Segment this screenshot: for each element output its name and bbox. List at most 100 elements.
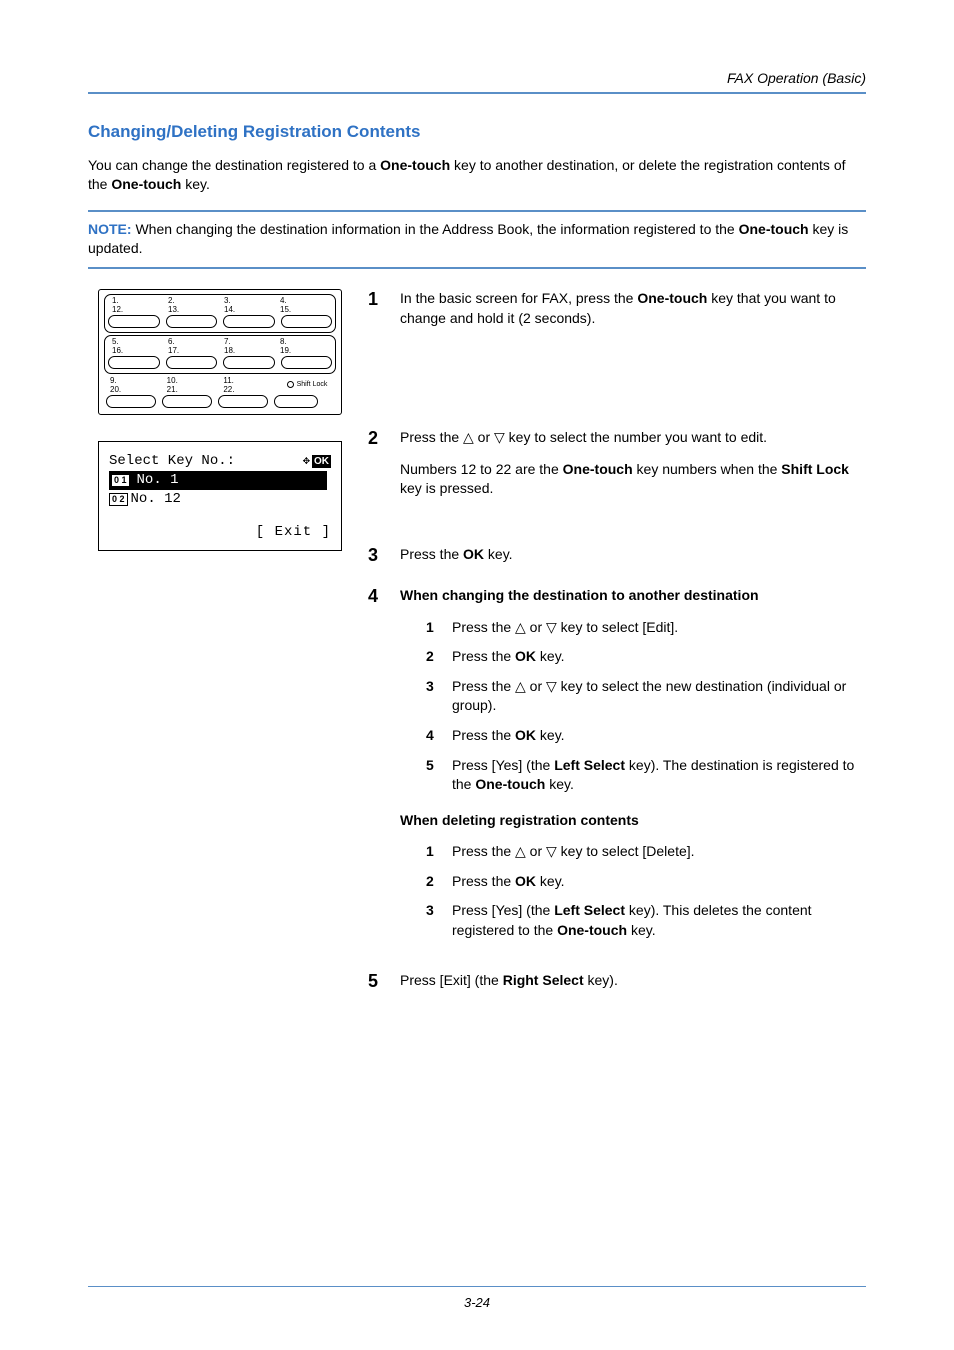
lcd-ok-icon: ✥OK bbox=[303, 453, 331, 469]
text: key numbers when the bbox=[633, 461, 782, 477]
note-rule-bottom bbox=[88, 267, 866, 269]
note-rule-top bbox=[88, 210, 866, 212]
note-pre: When changing the destination informatio… bbox=[132, 221, 739, 237]
keyword: OK bbox=[463, 546, 484, 562]
kp-button bbox=[281, 315, 333, 328]
note-key: One-touch bbox=[739, 221, 809, 237]
step-2: Press the △ or ▽ key to select the numbe… bbox=[400, 428, 866, 499]
step-number: 3 bbox=[368, 545, 386, 566]
text: Press the bbox=[400, 546, 463, 562]
sub-num: 5 bbox=[426, 756, 440, 795]
kp-label: 5. bbox=[108, 337, 164, 346]
text: key. bbox=[545, 776, 574, 792]
sub-num: 4 bbox=[426, 726, 440, 746]
lcd-row-text: No. 12 bbox=[131, 491, 181, 507]
page-header: FAX Operation (Basic) bbox=[88, 70, 866, 94]
text: Press [Yes] (the bbox=[452, 902, 554, 918]
text: Press [Yes] (the bbox=[452, 757, 554, 773]
step-number: 2 bbox=[368, 428, 386, 499]
keyword: One-touch bbox=[475, 776, 545, 792]
keyword: OK bbox=[515, 648, 536, 664]
step-1: In the basic screen for FAX, press the O… bbox=[400, 289, 866, 328]
text: Numbers 12 to 22 are the bbox=[400, 461, 563, 477]
text: Press the △ or ▽ key to select the new d… bbox=[452, 677, 866, 716]
sub-heading: When deleting registration contents bbox=[400, 811, 866, 831]
kp-label: 4. bbox=[276, 296, 332, 305]
text: In the basic screen for FAX, press the bbox=[400, 290, 637, 306]
keyword: Right Select bbox=[503, 972, 584, 988]
step-3: Press the OK key. bbox=[400, 545, 866, 566]
lcd-row-text: No. 1 bbox=[137, 471, 179, 490]
kp-button bbox=[108, 315, 160, 328]
sub-num: 3 bbox=[426, 677, 440, 716]
text: Press the △ or ▽ key to select [Edit]. bbox=[452, 618, 678, 638]
intro-key1: One-touch bbox=[380, 157, 450, 173]
section-title: Changing/Deleting Registration Contents bbox=[88, 122, 866, 142]
kp-label: 14. bbox=[220, 305, 276, 314]
kp-button bbox=[166, 356, 218, 369]
keyword: Shift Lock bbox=[781, 461, 849, 477]
note-label: NOTE: bbox=[88, 221, 132, 237]
step-4: When changing the destination to another… bbox=[400, 586, 866, 951]
lcd-row-selected: 0 1 No. 1 bbox=[109, 471, 327, 490]
sub-num: 1 bbox=[426, 842, 440, 862]
text: key. bbox=[484, 546, 513, 562]
step-5: Press [Exit] (the Right Select key). bbox=[400, 971, 866, 992]
kp-button bbox=[218, 395, 268, 408]
text: key. bbox=[536, 873, 565, 889]
kp-label: 15. bbox=[276, 305, 332, 314]
sub-heading: When changing the destination to another… bbox=[400, 586, 866, 606]
kp-label: 12. bbox=[108, 305, 164, 314]
text: Press the △ or ▽ key to select [Delete]. bbox=[452, 842, 695, 862]
kp-label: 16. bbox=[108, 346, 164, 355]
header-section: FAX Operation (Basic) bbox=[88, 70, 866, 86]
kp-label: 19. bbox=[276, 346, 332, 355]
intro-paragraph: You can change the destination registere… bbox=[88, 156, 866, 194]
lcd-row: 0 2No. 12 bbox=[109, 490, 181, 509]
text: Press the bbox=[452, 648, 515, 664]
kp-label: 13. bbox=[164, 305, 220, 314]
keyword: One-touch bbox=[557, 922, 627, 938]
note-block: NOTE: When changing the destination info… bbox=[88, 220, 866, 259]
kp-label: 1. bbox=[108, 296, 164, 305]
lcd-panel: Select Key No.: ✥OK 0 1No. 1 0 2No. 12 [… bbox=[98, 441, 342, 551]
sub-num: 2 bbox=[426, 647, 440, 667]
kp-label: 7. bbox=[220, 337, 276, 346]
step-number: 5 bbox=[368, 971, 386, 992]
kp-label: 20. bbox=[106, 385, 163, 394]
lcd-exit: [ Exit ] bbox=[109, 509, 331, 542]
page-number: 3-24 bbox=[464, 1295, 490, 1310]
text: key. bbox=[536, 648, 565, 664]
lcd-badge: 0 1 bbox=[111, 474, 130, 487]
keyword: One-touch bbox=[637, 290, 707, 306]
kp-label: 8. bbox=[276, 337, 332, 346]
kp-label: 17. bbox=[164, 346, 220, 355]
kp-shiftlock-label: Shift Lock bbox=[278, 376, 336, 394]
kp-label: 9. bbox=[106, 376, 163, 385]
kp-button bbox=[223, 315, 275, 328]
kp-button bbox=[223, 356, 275, 369]
kp-button bbox=[106, 395, 156, 408]
kp-button bbox=[162, 395, 212, 408]
kp-button bbox=[281, 356, 333, 369]
keyword: One-touch bbox=[563, 461, 633, 477]
keyword: OK bbox=[515, 727, 536, 743]
step-number: 4 bbox=[368, 586, 386, 951]
sub-num: 2 bbox=[426, 872, 440, 892]
sub-num: 1 bbox=[426, 618, 440, 638]
text: Press the bbox=[452, 873, 515, 889]
kp-button bbox=[108, 356, 160, 369]
text: key is pressed. bbox=[400, 480, 493, 496]
keyword: OK bbox=[515, 873, 536, 889]
kp-label: 2. bbox=[164, 296, 220, 305]
keyword: Left Select bbox=[554, 757, 625, 773]
kp-label: 21. bbox=[163, 385, 220, 394]
page-footer: 3-24 bbox=[0, 1286, 954, 1310]
text: Press [Exit] (the bbox=[400, 972, 503, 988]
text: key). bbox=[584, 972, 618, 988]
kp-label: 18. bbox=[220, 346, 276, 355]
kp-label: 3. bbox=[220, 296, 276, 305]
onetouch-keypad: 1.2.3.4. 12.13.14.15. 5.6.7.8. 16.17.18.… bbox=[98, 289, 342, 415]
lcd-badge: 0 2 bbox=[109, 493, 128, 506]
step-number: 1 bbox=[368, 289, 386, 328]
